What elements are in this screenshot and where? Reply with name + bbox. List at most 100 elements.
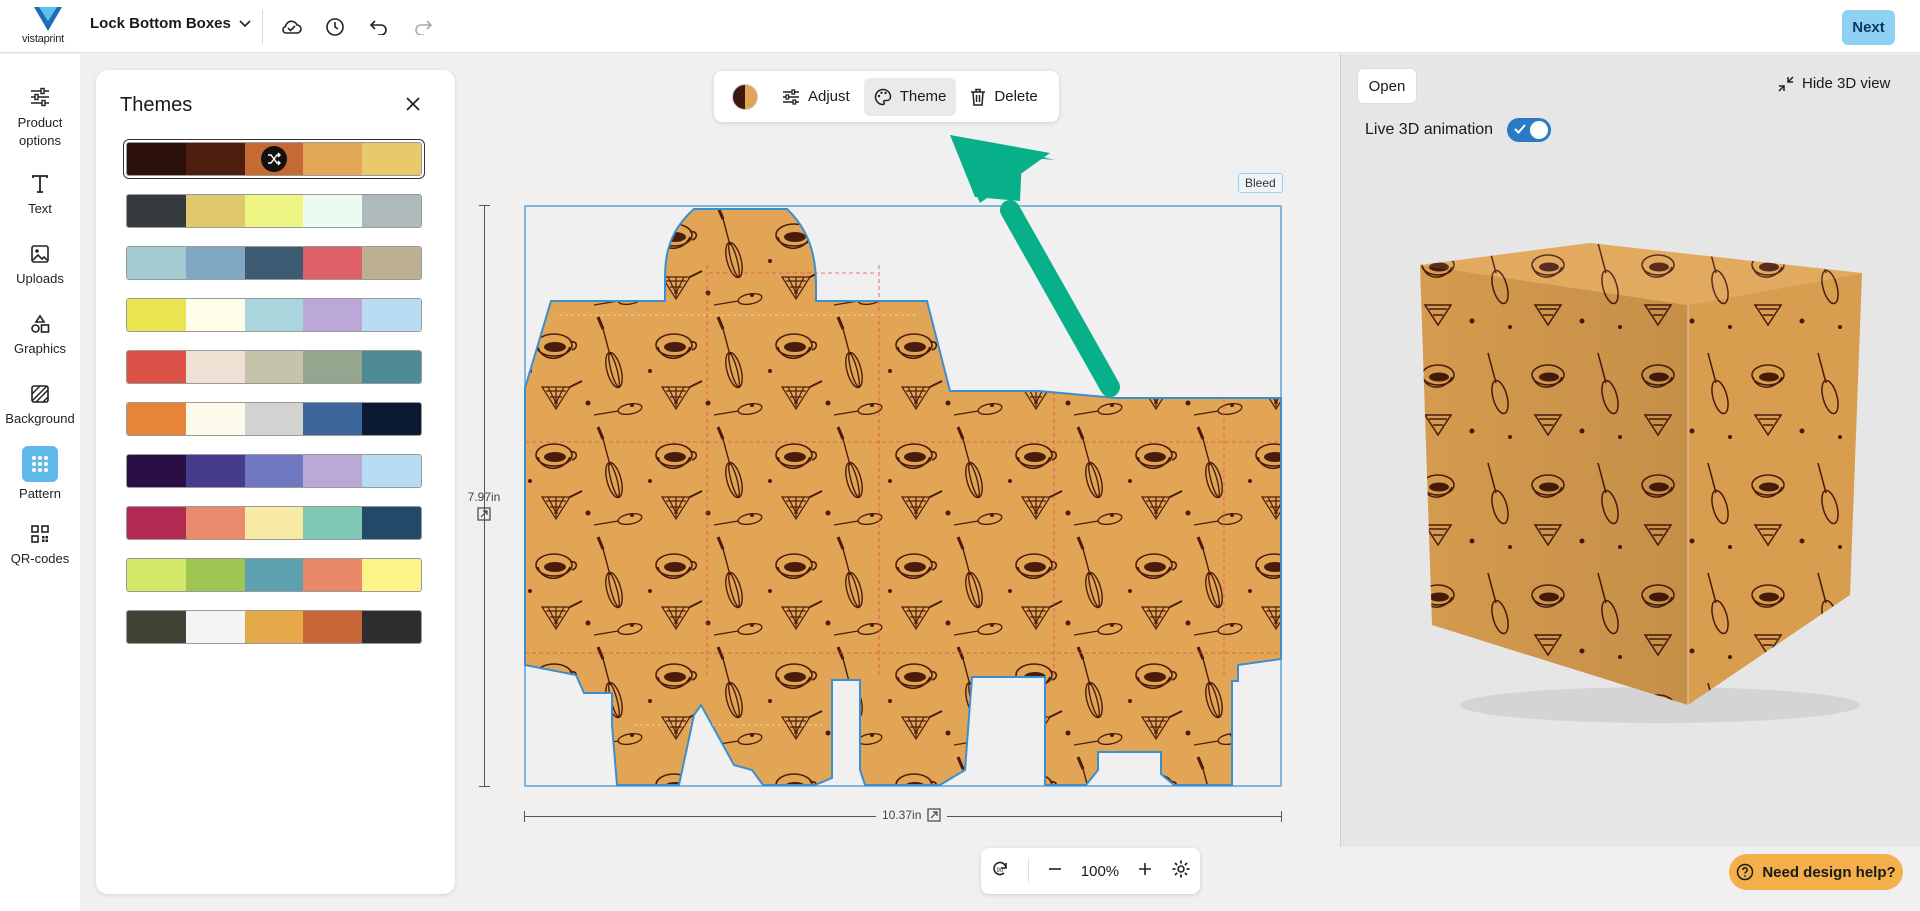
theme-option[interactable] xyxy=(126,350,422,384)
logo-mark-icon xyxy=(34,7,62,31)
theme-swatch xyxy=(303,507,363,539)
vistaprint-logo[interactable]: vistaprint xyxy=(22,7,74,47)
theme-swatch xyxy=(303,247,363,279)
hide-3d-view-button[interactable]: Hide 3D view xyxy=(1778,75,1890,92)
zoom-in-icon[interactable] xyxy=(1137,861,1153,881)
theme-swatch xyxy=(127,351,186,383)
theme-swatch xyxy=(185,299,245,331)
bleed-tag[interactable]: Bleed xyxy=(1238,173,1283,193)
delete-label: Delete xyxy=(994,88,1038,105)
height-label: 7.97in xyxy=(467,490,501,504)
box-dieline[interactable] xyxy=(524,205,1282,787)
divider xyxy=(1027,859,1029,883)
help-label: Need design help? xyxy=(1762,863,1896,881)
width-dimension[interactable]: 10.37in xyxy=(876,808,948,822)
theme-button[interactable]: Theme xyxy=(863,77,957,116)
delete-button[interactable]: Delete xyxy=(960,78,1047,116)
zoom-toolbar: 90 100% xyxy=(981,848,1200,894)
theme-label: Theme xyxy=(899,88,947,105)
need-design-help-button[interactable]: Need design help? xyxy=(1729,854,1903,890)
theme-swatch xyxy=(303,455,363,487)
theme-option[interactable] xyxy=(126,454,422,488)
image-icon xyxy=(0,241,80,267)
next-button[interactable]: Next xyxy=(1842,10,1895,45)
theme-swatch xyxy=(303,351,363,383)
check-icon xyxy=(1514,124,1526,134)
theme-swatch xyxy=(185,351,245,383)
trash-icon xyxy=(971,88,986,106)
cloud-save-icon[interactable] xyxy=(278,14,304,40)
theme-swatch xyxy=(127,195,186,227)
close-icon[interactable] xyxy=(401,92,425,116)
text-icon xyxy=(0,171,80,197)
theme-swatch xyxy=(185,611,245,643)
sliders-icon xyxy=(783,88,799,105)
theme-swatch xyxy=(127,403,186,435)
width-label: 10.37in xyxy=(882,808,922,822)
theme-swatch xyxy=(244,455,304,487)
theme-swatch xyxy=(303,299,363,331)
rail-item-product-options[interactable]: Product options xyxy=(0,84,80,150)
help-icon xyxy=(1737,863,1754,881)
svg-text:90: 90 xyxy=(996,868,1003,874)
hide-3d-label: Hide 3D view xyxy=(1802,75,1891,92)
history-icon[interactable] xyxy=(322,14,348,40)
rail-item-background[interactable]: Background xyxy=(0,381,80,426)
rail-item-label: Product options xyxy=(17,115,63,148)
palette-icon xyxy=(874,88,891,105)
redo-icon[interactable] xyxy=(410,14,436,40)
zoom-out-icon[interactable] xyxy=(1047,861,1063,881)
gear-icon[interactable] xyxy=(1171,859,1191,883)
theme-swatch xyxy=(362,611,421,643)
collapse-icon xyxy=(1778,75,1794,92)
theme-swatch xyxy=(244,403,304,435)
theme-swatch xyxy=(362,351,421,383)
rail-item-pattern[interactable]: Pattern xyxy=(0,446,80,501)
theme-option[interactable] xyxy=(126,506,422,540)
theme-swatch xyxy=(127,299,186,331)
open-button[interactable]: Open xyxy=(1357,68,1417,104)
theme-option[interactable] xyxy=(126,298,422,332)
theme-option[interactable] xyxy=(126,194,422,228)
adjust-label: Adjust xyxy=(808,88,850,105)
theme-option[interactable] xyxy=(126,402,422,436)
height-dimension[interactable]: 7.97in xyxy=(467,490,501,524)
box-3d-render[interactable] xyxy=(1410,235,1870,725)
theme-swatch xyxy=(127,559,186,591)
edit-size-icon[interactable] xyxy=(477,507,491,521)
panel-title: Themes xyxy=(120,94,193,116)
adjust-button[interactable]: Adjust xyxy=(772,78,860,116)
theme-option[interactable] xyxy=(126,610,422,644)
theme-option[interactable] xyxy=(124,140,424,178)
theme-swatch xyxy=(244,611,304,643)
pattern-icon xyxy=(0,446,80,482)
logo-wordmark: vistaprint xyxy=(22,33,65,45)
zoom-level[interactable]: 100% xyxy=(1081,863,1119,880)
theme-swatch xyxy=(185,247,245,279)
theme-option[interactable] xyxy=(126,246,422,280)
theme-swatch xyxy=(185,143,245,175)
theme-swatch xyxy=(303,611,363,643)
chevron-down-icon xyxy=(239,19,251,27)
undo-icon[interactable] xyxy=(366,14,392,40)
theme-swatch xyxy=(362,403,421,435)
edit-size-icon[interactable] xyxy=(927,808,941,822)
theme-swatch xyxy=(303,143,363,175)
project-title-dropdown[interactable]: Lock Bottom Boxes xyxy=(90,15,251,32)
live-3d-toggle[interactable] xyxy=(1507,118,1552,142)
rail-item-uploads[interactable]: Uploads xyxy=(0,241,80,286)
color-picker-button[interactable] xyxy=(722,78,768,116)
left-rail: Product options Text Uploads Graphics Ba… xyxy=(0,54,80,911)
shuffle-icon[interactable] xyxy=(260,146,287,172)
theme-swatch xyxy=(244,351,304,383)
rail-item-qr-codes[interactable]: QR-codes xyxy=(0,521,80,566)
rotate-view-icon[interactable]: 90 xyxy=(990,859,1010,883)
theme-swatch xyxy=(127,507,186,539)
theme-swatch xyxy=(244,299,304,331)
theme-option[interactable] xyxy=(126,558,422,592)
rail-item-graphics[interactable]: Graphics xyxy=(0,311,80,356)
theme-swatch xyxy=(244,247,304,279)
rail-item-text[interactable]: Text xyxy=(0,171,80,216)
context-toolbar: Adjust Theme Delete xyxy=(714,71,1059,122)
theme-swatch xyxy=(362,299,421,331)
